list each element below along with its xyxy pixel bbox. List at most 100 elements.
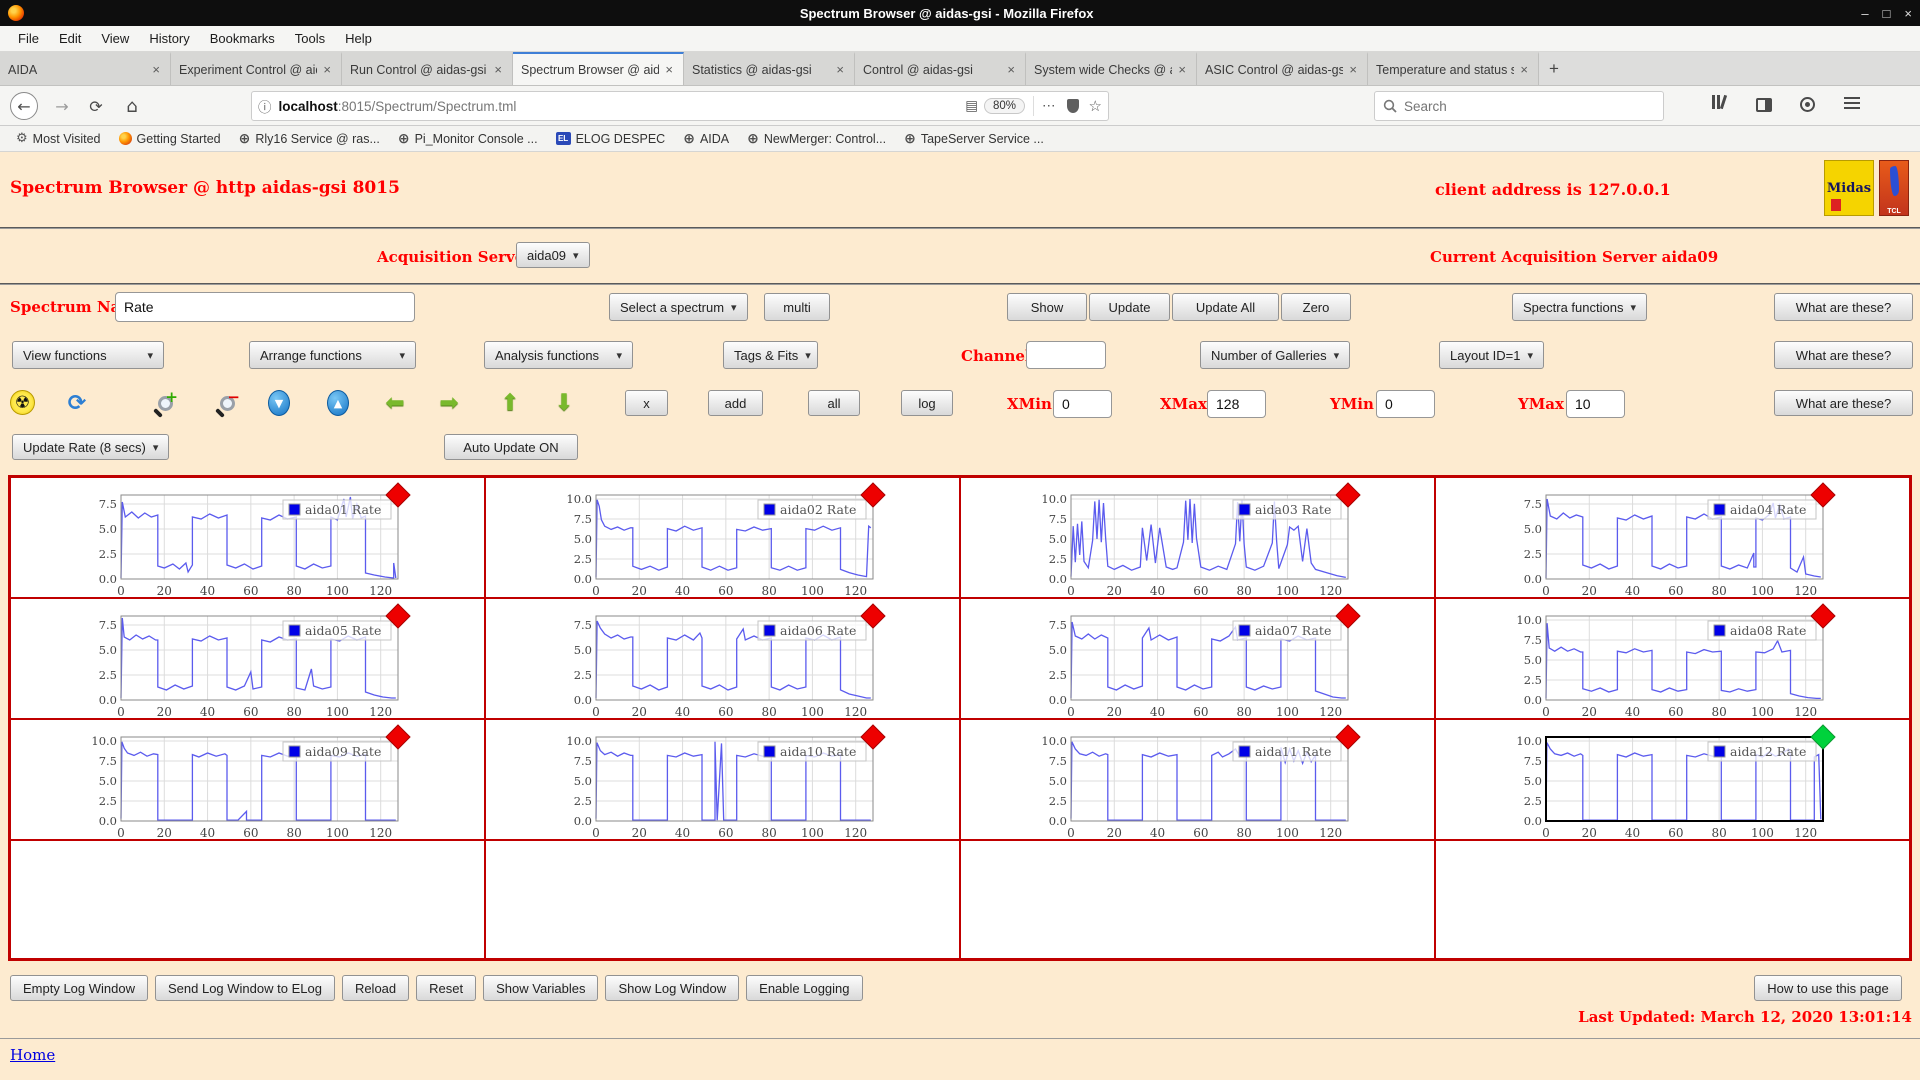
pan-up-icon[interactable]: ⬆ <box>497 390 523 416</box>
forward-icon[interactable]: → <box>48 92 76 120</box>
library-icon[interactable] <box>1712 94 1728 110</box>
what-are-these-button[interactable]: What are these? <box>1774 341 1913 369</box>
multi-button[interactable]: multi <box>764 293 830 321</box>
bookmark-tapeserver-service[interactable]: ⊕ TapeServer Service ... <box>896 129 1052 149</box>
spectrum-chart-aida08-rate[interactable]: 0.0 2.5 5.0 7.5 10.0 0 20 40 60 80 100 120 aida08 Ra… <box>1435 598 1910 719</box>
tab-close-icon[interactable]: × <box>1176 62 1188 77</box>
tab-aida[interactable]: AIDA × <box>0 52 171 85</box>
tab-close-icon[interactable]: × <box>663 62 675 77</box>
pocket-icon[interactable] <box>1066 99 1079 113</box>
tab-spectrum-browser-aida[interactable]: Spectrum Browser @ aida × <box>513 52 684 85</box>
sidebar-icon[interactable] <box>1756 98 1772 112</box>
bookmark-star-icon[interactable]: ☆ <box>1089 97 1102 115</box>
expand-y-icon[interactable]: ▼ <box>268 390 290 416</box>
spectrum-chart-aida05-rate[interactable]: 0.0 2.5 5.0 7.5 0 20 40 60 80 100 120 aida05 Rate <box>10 598 485 719</box>
xmin-input[interactable] <box>1053 390 1112 418</box>
spectrum-chart-aida01-rate[interactable]: 0.0 2.5 5.0 7.5 0 20 40 60 80 100 120 aida01 Rate <box>10 477 485 598</box>
log-button[interactable]: log <box>901 390 953 416</box>
ymin-input[interactable] <box>1376 390 1435 418</box>
ymax-input[interactable] <box>1566 390 1625 418</box>
window-maximize-button[interactable]: □ <box>1883 6 1891 21</box>
new-tab-button[interactable]: + <box>1539 52 1569 85</box>
account-icon[interactable] <box>1800 97 1815 112</box>
window-minimize-button[interactable]: – <box>1861 6 1868 21</box>
spectrum-chart-aida02-rate[interactable]: 0.0 2.5 5.0 7.5 10.0 0 20 40 60 80 100 120 aida02 Ra… <box>485 477 960 598</box>
spectra-functions-dropdown[interactable]: Spectra functions <box>1512 293 1647 321</box>
menu-file[interactable]: File <box>10 28 47 49</box>
tab-close-icon[interactable]: × <box>321 62 333 77</box>
reset-button[interactable]: Reset <box>416 975 477 1001</box>
bookmark-newmerger-control[interactable]: ⊕ NewMerger: Control... <box>739 129 894 149</box>
spectrum-chart-aida03-rate[interactable]: 0.0 2.5 5.0 7.5 10.0 0 20 40 60 80 100 120 aida03 Ra… <box>960 477 1435 598</box>
view-functions-dropdown[interactable]: View functions <box>12 341 164 369</box>
what-are-these-button[interactable]: What are these? <box>1774 293 1913 321</box>
menu-edit[interactable]: Edit <box>51 28 89 49</box>
what-are-these-button[interactable]: What are these? <box>1774 390 1913 416</box>
empty-log-window-button[interactable]: Empty Log Window <box>10 975 148 1001</box>
menu-help[interactable]: Help <box>337 28 380 49</box>
show-log-window-button[interactable]: Show Log Window <box>605 975 740 1001</box>
bookmark-most-visited[interactable]: ⚙ Most Visited <box>8 129 109 148</box>
auto-update-button[interactable]: Auto Update ON <box>444 434 578 460</box>
zoom-in-icon[interactable]: + <box>152 388 178 416</box>
show-variables-button[interactable]: Show Variables <box>483 975 599 1001</box>
tab-close-icon[interactable]: × <box>492 62 504 77</box>
tags-fits-dropdown[interactable]: Tags & Fits <box>723 341 818 369</box>
spectrum-chart-aida12-rate[interactable]: 0.0 2.5 5.0 7.5 10.0 0 20 40 60 80 100 120 aida12 Ra… <box>1435 719 1910 840</box>
analysis-functions-dropdown[interactable]: Analysis functions <box>484 341 633 369</box>
back-icon[interactable]: ← <box>10 92 38 120</box>
site-info-icon[interactable]: ⓘ <box>258 96 272 116</box>
zoom-out-icon[interactable]: − <box>214 388 240 416</box>
spectrum-chart-aida10-rate[interactable]: 0.0 2.5 5.0 7.5 10.0 0 20 40 60 80 100 120 aida10 Ra… <box>485 719 960 840</box>
refresh-icon[interactable]: ⟳ <box>64 390 90 416</box>
menu-history[interactable]: History <box>141 28 197 49</box>
tab-close-icon[interactable]: × <box>834 62 846 77</box>
select-spectrum-dropdown[interactable]: Select a spectrum <box>609 293 748 321</box>
home-link[interactable]: Home <box>10 1046 55 1064</box>
enable-logging-button[interactable]: Enable Logging <box>746 975 863 1001</box>
channel-input[interactable] <box>1026 341 1106 369</box>
reload-icon[interactable]: ⟳ <box>82 92 110 120</box>
arrange-functions-dropdown[interactable]: Arrange functions <box>249 341 416 369</box>
menu-tools[interactable]: Tools <box>287 28 333 49</box>
zero-button[interactable]: Zero <box>1281 293 1351 321</box>
window-close-button[interactable]: × <box>1904 6 1912 21</box>
menu-hamburger-icon[interactable] <box>1844 97 1860 109</box>
tab-experiment-control-aida[interactable]: Experiment Control @ aida × <box>171 52 342 85</box>
spectrum-chart-aida09-rate[interactable]: 0.0 2.5 5.0 7.5 10.0 0 20 40 60 80 100 120 aida09 Ra… <box>10 719 485 840</box>
tab-close-icon[interactable]: × <box>150 62 162 77</box>
tcl-powered-logo[interactable]: TCL <box>1879 160 1909 216</box>
tab-system-wide-checks-ai[interactable]: System wide Checks @ ai × <box>1026 52 1197 85</box>
midas-logo[interactable]: Midas <box>1824 160 1874 216</box>
spectrum-name-input[interactable] <box>115 292 415 322</box>
xmax-input[interactable] <box>1207 390 1266 418</box>
zoom-level-badge[interactable]: 80% <box>984 98 1026 114</box>
number-of-galleries-dropdown[interactable]: Number of Galleries <box>1200 341 1351 369</box>
search-bar[interactable] <box>1374 91 1664 121</box>
spectrum-chart-aida07-rate[interactable]: 0.0 2.5 5.0 7.5 0 20 40 60 80 100 120 aida07 Rate <box>960 598 1435 719</box>
tab-close-icon[interactable]: × <box>1518 62 1530 77</box>
bookmark-getting-started[interactable]: Getting Started <box>111 130 229 148</box>
compress-y-icon[interactable]: ▲ <box>327 390 349 416</box>
reader-mode-icon[interactable]: ▤ <box>965 98 978 114</box>
acquisition-server-select[interactable]: aida09 <box>516 242 590 268</box>
spectrum-chart-aida04-rate[interactable]: 0.0 2.5 5.0 7.5 0 20 40 60 80 100 120 aida04 Rate <box>1435 477 1910 598</box>
address-bar[interactable]: ⓘ localhost :8015/Spectrum/Spectrum.tml … <box>251 91 1109 121</box>
pan-right-icon[interactable]: ➡ <box>436 390 462 416</box>
pan-down-icon[interactable]: ⬇ <box>551 390 577 416</box>
update-all-button[interactable]: Update All <box>1172 293 1279 321</box>
how-to-use-button[interactable]: How to use this page <box>1754 975 1902 1001</box>
tab-statistics-aidas-gsi[interactable]: Statistics @ aidas-gsi × <box>684 52 855 85</box>
pan-left-icon[interactable]: ⬅ <box>382 390 408 416</box>
update-rate-dropdown[interactable]: Update Rate (8 secs) <box>12 434 170 460</box>
radiation-icon[interactable]: ☢ <box>10 390 35 415</box>
spectrum-chart-aida06-rate[interactable]: 0.0 2.5 5.0 7.5 0 20 40 60 80 100 120 aida06 Rate <box>485 598 960 719</box>
page-actions-icon[interactable]: ⋯ <box>1042 98 1057 114</box>
tab-close-icon[interactable]: × <box>1005 62 1017 77</box>
add-button[interactable]: add <box>708 390 763 416</box>
tab-temperature-and-status-sc[interactable]: Temperature and status sc × <box>1368 52 1539 85</box>
bookmark-rly16-service-ras[interactable]: ⊕ Rly16 Service @ ras... <box>231 129 388 149</box>
send-log-window-to-elog-button[interactable]: Send Log Window to ELog <box>155 975 335 1001</box>
spectrum-chart-aida11-rate[interactable]: 0.0 2.5 5.0 7.5 10.0 0 20 40 60 80 100 120 aida11 Ra… <box>960 719 1435 840</box>
bookmark-elog-despec[interactable]: EL ELOG DESPEC <box>548 130 674 148</box>
